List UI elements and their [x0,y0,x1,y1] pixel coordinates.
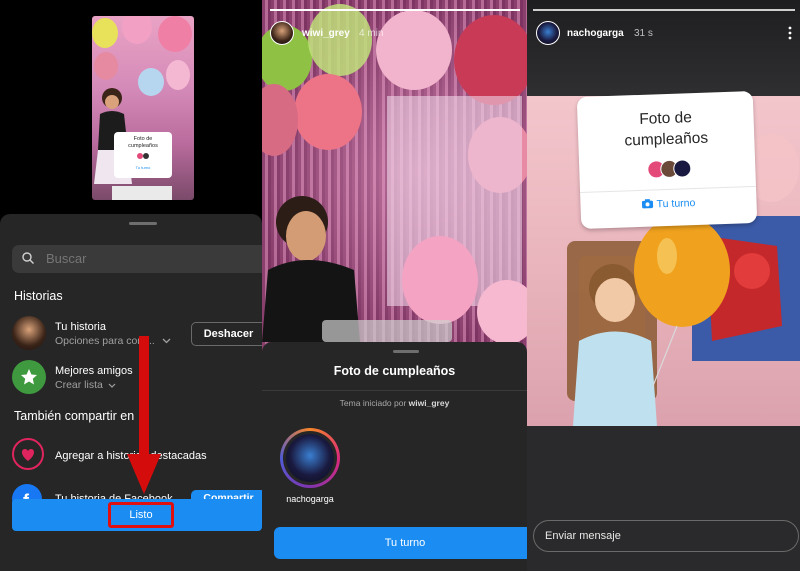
sheet-handle[interactable] [393,350,419,353]
search-bar[interactable] [12,245,262,273]
search-input[interactable] [46,245,246,273]
story-timestamp: 4 min [359,28,384,39]
highlights-avatar [12,438,44,470]
thumbnail-sticker-title: Foto de cumpleaños [128,136,158,150]
story-author-avatar[interactable] [270,21,294,45]
story-progress-fill [270,9,520,11]
balloon [166,60,190,90]
theme-started-prefix: Tema iniciado por [339,398,407,408]
cake-table [112,186,172,200]
balloon [138,68,164,96]
story-viewer-panel: wiwi_grey 4 min Foto de cumpleaños Tema … [262,0,527,571]
undo-button[interactable]: Deshacer [191,322,262,346]
balloon [92,18,118,48]
camera-icon [642,199,654,209]
participant-story-ring[interactable] [280,428,340,488]
sheet-divider [262,390,527,391]
thumbnail-sticker-button: Tu turno [135,165,151,171]
your-story-avatar [12,316,46,350]
birthday-sticker[interactable]: Foto de cumpleaños Tu turno [576,90,758,230]
story-author-avatar[interactable] [536,21,560,45]
heart-icon [21,449,35,461]
theme-started-by: Tema iniciado por wiwi_grey [262,398,527,408]
search-icon [22,252,34,264]
chevron-down-icon [162,338,171,344]
more-options-icon[interactable] [788,26,792,40]
balloon [94,52,118,80]
your-turn-button[interactable]: Tu turno [274,527,527,559]
sticker-title: Foto de cumpleaños [624,109,709,150]
theme-started-user[interactable]: wiwi_grey [409,398,450,408]
story-detail-panel: nachogarga 31 s Foto de cumpleaños Tu tu… [527,0,800,571]
sticker-divider [580,185,756,194]
story-progress-fill [533,9,795,11]
participant-name: nachogarga [286,494,334,504]
story-thumbnail: Foto de cumpleaños Tu turno [92,16,194,200]
sticker-your-turn-label: Tu turno [656,197,696,211]
sticker-sheet: Foto de cumpleaños Tema iniciado por wiw… [262,342,527,571]
close-friends-title: Mejores amigos [55,365,133,377]
sheet-handle[interactable] [129,222,157,225]
chevron-down-icon [108,383,116,388]
thumbnail-sticker-avatars [114,153,172,162]
star-icon [21,369,37,385]
sheet-title: Foto de cumpleaños [333,364,456,378]
red-arrow-annotation [127,336,161,494]
participant-avatar [286,434,334,482]
thumbnail-sticker: Foto de cumpleaños Tu turno [114,132,172,178]
party-scene [262,4,527,342]
stories-section-title: Historias [14,289,63,303]
also-share-section-title: También compartir en [14,409,135,423]
balloon [158,16,192,52]
story-timestamp: 31 s [634,28,653,39]
share-sheet-panel: Foto de cumpleaños Tu turno Historias Tu… [0,0,262,571]
story-author-username[interactable]: wiwi_grey [302,28,350,39]
balloon [122,16,152,44]
create-list-link[interactable]: Crear lista [55,379,116,391]
participant-ring-gap [283,431,337,485]
sticker-your-turn-button[interactable]: Tu turno [580,195,756,213]
sticker-avatar [672,159,692,178]
story-top-area [527,0,800,96]
create-list-label: Crear lista [55,379,103,391]
your-story-title: Tu historia [55,321,106,333]
close-friends-avatar [12,360,46,394]
story-author-username[interactable]: nachogarga [567,28,624,39]
done-button[interactable]: Listo [108,502,174,528]
send-message-input[interactable] [533,520,799,552]
